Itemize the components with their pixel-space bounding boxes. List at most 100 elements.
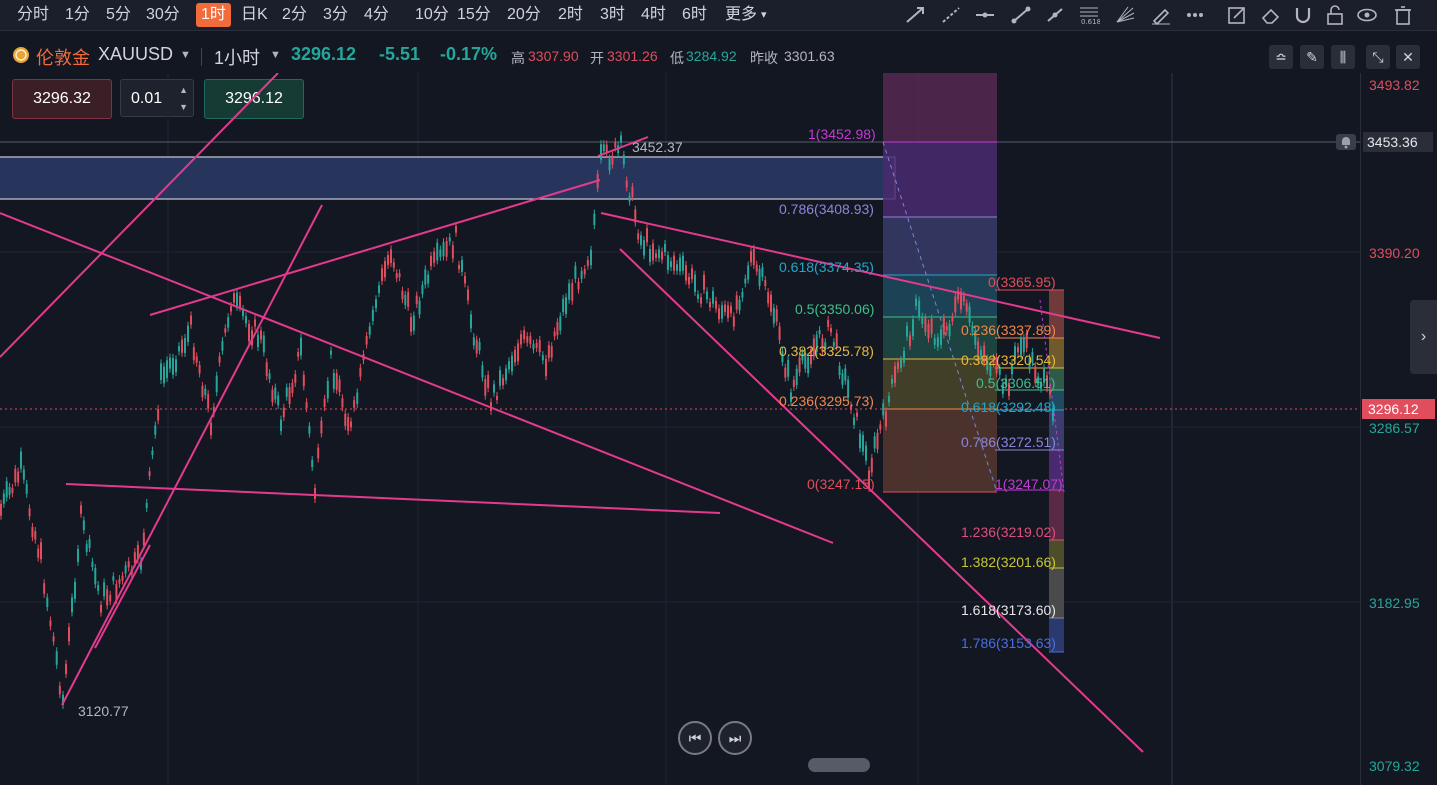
candle-body [481,365,484,378]
candle-body [590,249,592,266]
eraser-icon[interactable] [1260,5,1282,25]
low-label: 低 [670,50,684,66]
bell-icon[interactable] [1336,134,1356,150]
candle-body [667,255,669,270]
candle-body [335,373,338,390]
candle-body [121,575,124,581]
timeframe-3[interactable]: 30分 [141,3,185,27]
candle-body [622,154,625,165]
axis-label: 3079.32 [1369,758,1420,774]
candle-body [175,359,177,373]
candle-body [395,273,398,279]
dashed-line-icon[interactable] [940,5,962,25]
timeframe-7[interactable]: 3分 [318,3,353,27]
candle-body [455,226,457,233]
candle-body [112,576,115,581]
candle-body [55,651,58,665]
candle-body [17,471,20,483]
timeframe-15[interactable]: 6时 [677,3,712,27]
timeframe-10[interactable]: 15分 [452,3,496,27]
draw-pen-icon[interactable]: ✎ [1300,45,1324,69]
timeframe-8[interactable]: 4分 [359,3,394,27]
divider [201,48,202,66]
candle-body [74,581,76,599]
resistance-zone[interactable] [0,156,896,200]
indicator-icon[interactable]: ≏ [1269,45,1293,69]
interval-label[interactable]: 1小时 [214,44,260,70]
more-caret-icon[interactable]: ▾ [756,3,772,27]
lock-icon[interactable] [1324,5,1346,25]
fib-left-level: 0.5(3350.06) [795,301,875,317]
price-axis[interactable]: 3493.82 3390.20 3286.57 3182.95 3079.32 [1360,73,1437,785]
timeframe-13[interactable]: 3时 [595,3,630,27]
symbol-name[interactable]: 伦敦金 [36,44,90,70]
timeframe-12[interactable]: 2时 [553,3,588,27]
candle-body [637,233,640,240]
price-chart[interactable] [0,73,1360,785]
symbol-code[interactable]: XAUUSD [98,44,173,65]
candle-body [876,432,879,450]
candle-body [430,255,432,267]
candle-body [291,382,294,394]
interval-caret-icon[interactable]: ▼ [270,49,281,61]
fib-retracement-left[interactable] [882,73,998,493]
candle-body [1022,338,1025,353]
candle-body [368,326,371,335]
candle-body [148,471,151,477]
candle-body [5,481,8,498]
timeframe-1[interactable]: 1分 [60,3,95,27]
magnet-icon[interactable] [1292,5,1314,25]
segment-icon[interactable] [1044,5,1066,25]
brush-icon[interactable] [1150,5,1172,25]
candle-body [418,300,421,315]
candle-body [921,316,924,325]
candle-body [559,316,562,331]
candle-body [239,295,241,308]
close-icon[interactable]: ✕ [1396,45,1420,69]
scroll-handle[interactable] [808,758,870,772]
alert-price-tag[interactable]: 3453.36 [1363,132,1433,152]
timeframe-14[interactable]: 4时 [636,3,671,27]
horizontal-line-icon[interactable] [974,5,996,25]
svg-text:0.618: 0.618 [1081,18,1100,25]
candle-body [882,403,885,416]
candle-body [738,299,741,311]
candle-body [547,345,550,358]
more-tools-icon[interactable] [1184,5,1206,25]
candle-body [550,346,553,358]
candle-body [577,281,580,290]
timeframe-2[interactable]: 5分 [101,3,136,27]
timeframe-9[interactable]: 10分 [410,3,454,27]
fib-extension-right[interactable] [995,289,1065,653]
axis-label: 3286.57 [1369,420,1420,436]
candle-body [673,255,675,271]
expand-panel-icon[interactable]: › [1410,300,1437,374]
timeframe-4[interactable]: 1时 [196,3,231,27]
candle-body [965,303,968,312]
jump-start-button[interactable]: ⏮ [678,721,712,755]
collapse-icon[interactable]: ⤡ [1366,45,1390,69]
trend-line-icon[interactable] [904,5,926,25]
timeframe-6[interactable]: 2分 [277,3,312,27]
fib-right-level: 0.236(3337.89) [961,322,1056,338]
delete-icon[interactable] [1392,5,1414,25]
fib-left-level: 1(3452.98) [808,126,876,142]
jump-end-button[interactable]: ⏭ [718,721,752,755]
edit-icon[interactable] [1226,5,1248,25]
fib-right-level: 1(3247.07) [995,476,1063,492]
candle-type-icon[interactable]: ⫼ [1331,45,1355,69]
candle-body [356,392,359,404]
symbol-caret-icon[interactable]: ▼ [180,49,191,61]
ray-icon[interactable] [1010,5,1032,25]
candle-body [682,255,684,271]
timeframe-5[interactable]: 日K [236,3,273,27]
timeframe-0[interactable]: 分时 [12,3,54,27]
candle-body [661,251,663,260]
candle-body [448,237,451,242]
fib-right-level: 1.382(3201.66) [961,554,1056,570]
timeframe-11[interactable]: 20分 [502,3,546,27]
candle-body [218,356,221,363]
eye-icon[interactable] [1356,5,1378,25]
fan-icon[interactable] [1114,5,1136,25]
fibonacci-icon[interactable]: 0.618 [1078,5,1100,25]
